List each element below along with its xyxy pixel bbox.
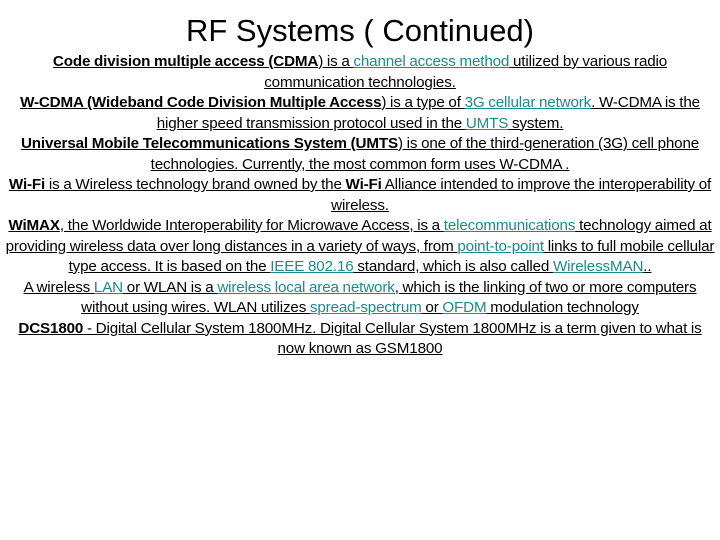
text-run-bold: Wi-Fi [8,176,46,193]
text-run-bold: DCS1800 [18,319,84,337]
paragraph-wlan: A wireless LAN or WLAN is a wireless loc… [4,278,716,319]
hyperlink[interactable]: point-to-point [457,238,544,255]
text-run: .. [643,258,652,275]
text-run: Alliance intended to improve the interop… [331,176,712,214]
paragraph-wcdma: W-CDMA (Wideband Code Division Multiple … [4,93,716,134]
text-run: - Digital Cellular System 1800MHz. Digit… [83,319,702,358]
hyperlink[interactable]: IEEE 802.16 [270,258,353,275]
paragraph-wifi: Wi-Fi is a Wireless technology brand own… [4,175,716,216]
text-run: system. [508,114,564,132]
text-run: ) is a [318,53,354,70]
hyperlink[interactable]: telecommunications [444,217,576,234]
text-run: modulation technology [486,299,639,316]
hyperlink[interactable]: wireless local area network [217,279,395,296]
text-run-bold: Universal Mobile Telecommunications Syst… [20,135,398,152]
text-run: ) is a type of [381,94,465,111]
slide-canvas: RF Systems ( Continued) Code division mu… [0,0,720,540]
paragraph-wimax: WiMAX, the Worldwide Interoperability fo… [4,216,716,278]
text-run: A wireless [23,278,94,296]
hyperlink[interactable]: 3G cellular network [465,94,592,111]
page-title: RF Systems ( Continued) [186,13,534,48]
text-run-bold: Wi-Fi [345,176,382,193]
hyperlink[interactable]: WirelessMAN [553,258,643,275]
paragraph-cdma: Code division multiple access (CDMA) is … [4,52,716,93]
text-run-bold: W-CDMA (Wideband Code Division Multiple … [20,94,382,111]
hyperlink[interactable]: UMTS [466,115,509,132]
hyperlink[interactable]: spread-spectrum [310,299,422,316]
hyperlink[interactable]: OFDM [442,299,486,316]
text-run: or WLAN is a [123,278,218,296]
text-run: standard, which is also called [353,258,553,275]
text-run-bold: WiMAX [8,217,60,234]
slide-body: Code division multiple access (CDMA) is … [0,52,720,360]
hyperlink[interactable]: channel access method [353,53,509,70]
text-run: , the Worldwide Interoperability for Mic… [59,217,444,234]
text-run: or [421,299,443,316]
text-run: is a Wireless technology brand owned by … [45,176,346,193]
paragraph-umts: Universal Mobile Telecommunications Syst… [4,134,716,175]
text-run-bold: Code division multiple access (CDMA [52,53,319,70]
paragraph-dcs1800: DCS1800 - Digital Cellular System 1800MH… [4,319,716,360]
hyperlink[interactable]: LAN [94,279,123,296]
